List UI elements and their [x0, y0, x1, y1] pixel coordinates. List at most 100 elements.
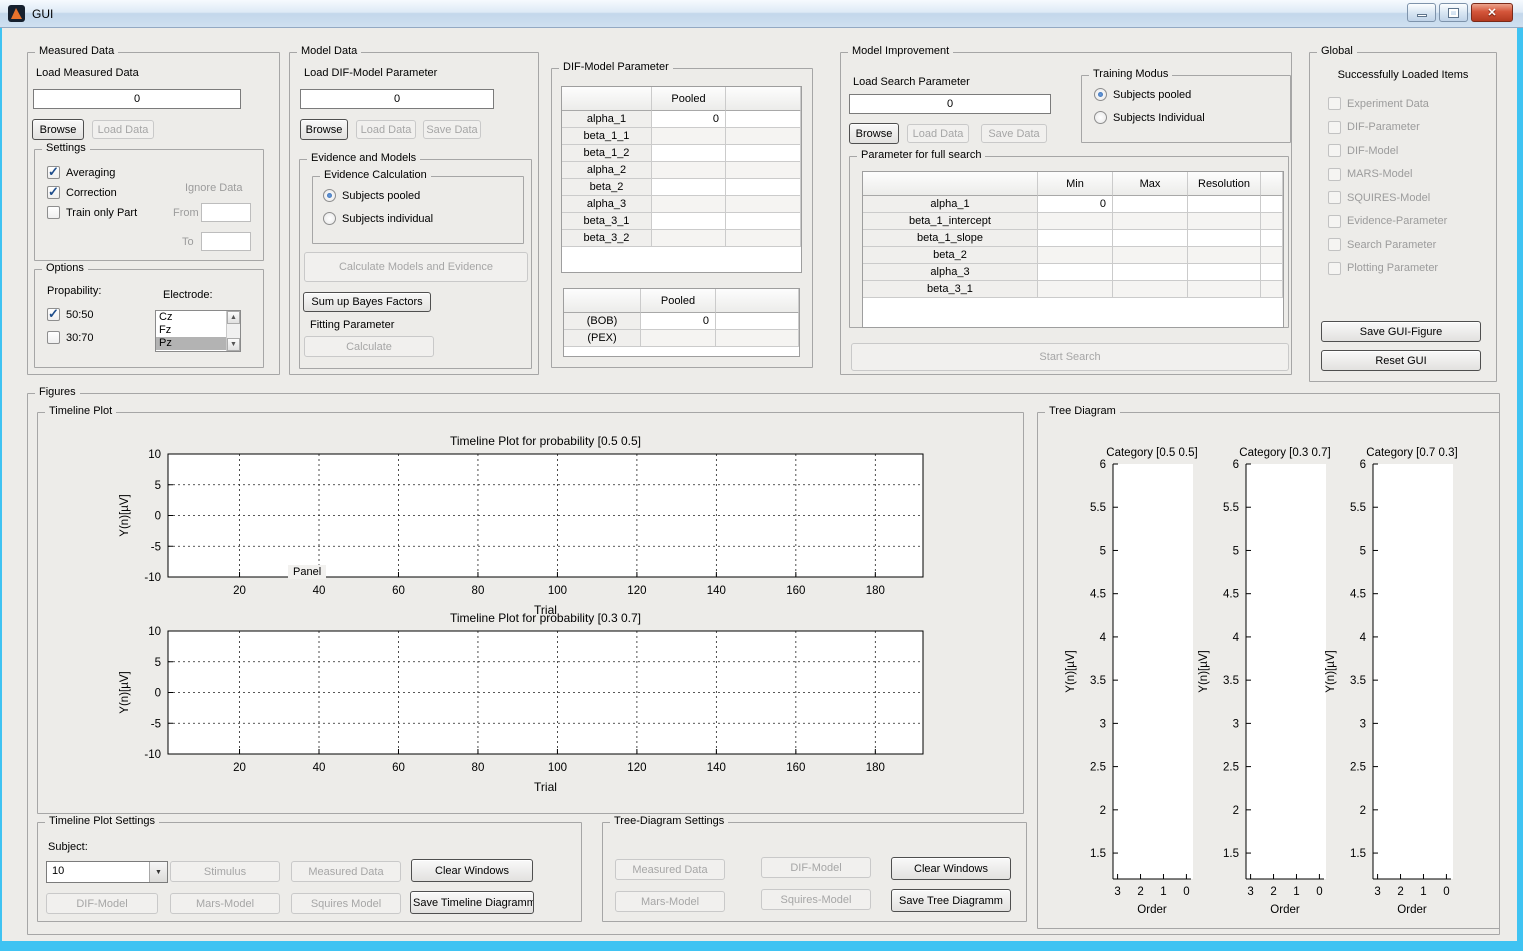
- value-cell[interactable]: [1113, 230, 1188, 247]
- button-stimulus[interactable]: Stimulus: [170, 861, 280, 882]
- checkbox-box[interactable]: [1328, 191, 1341, 204]
- radio-dot[interactable]: [1094, 111, 1107, 124]
- value-cell[interactable]: 0: [641, 313, 716, 330]
- measured-data-path-input[interactable]: [33, 89, 241, 109]
- radio-subjects-individual[interactable]: Subjects Individual: [1094, 111, 1205, 124]
- value-cell[interactable]: [716, 330, 799, 347]
- value-cell[interactable]: [726, 145, 801, 162]
- model-save-data-button[interactable]: Save Data: [423, 120, 481, 139]
- ignore-from-input[interactable]: [201, 203, 251, 222]
- listbox-item-pz[interactable]: Pz: [156, 337, 226, 350]
- checkbox-box[interactable]: [1328, 144, 1341, 157]
- radio-dot[interactable]: [323, 189, 336, 202]
- radio-subjects-individual[interactable]: Subjects individual: [323, 212, 433, 225]
- save-gui-figure-button[interactable]: Save GUI-Figure: [1321, 321, 1481, 342]
- value-cell[interactable]: [726, 213, 801, 230]
- radio-subjects-pooled[interactable]: Subjects pooled: [323, 189, 433, 202]
- fitting-calculate-button[interactable]: Calculate: [304, 336, 434, 357]
- checkbox-squires-model[interactable]: SQUIRES-Model: [1328, 191, 1447, 204]
- improvement-save-data-button[interactable]: Save Data: [981, 124, 1047, 143]
- measured-browse-button[interactable]: Browse: [32, 119, 84, 140]
- checkbox-box[interactable]: [47, 206, 60, 219]
- value-cell[interactable]: [726, 179, 801, 196]
- value-cell[interactable]: [716, 313, 799, 330]
- checkbox-box[interactable]: [47, 166, 60, 179]
- value-cell[interactable]: [1261, 247, 1283, 264]
- checkbox-50-50[interactable]: 50:50: [47, 308, 94, 321]
- value-cell[interactable]: [1261, 264, 1283, 281]
- value-cell[interactable]: [1113, 196, 1188, 213]
- value-cell[interactable]: [652, 196, 726, 213]
- value-cell[interactable]: [726, 128, 801, 145]
- titlebar[interactable]: GUI ✕: [0, 0, 1523, 28]
- value-cell[interactable]: [1188, 196, 1261, 213]
- value-cell[interactable]: 0: [652, 111, 726, 128]
- model-browse-button[interactable]: Browse: [300, 119, 348, 140]
- checkbox-box[interactable]: [1328, 168, 1341, 181]
- value-cell[interactable]: [1188, 264, 1261, 281]
- button-clear-windows[interactable]: Clear Windows: [411, 859, 533, 882]
- checkbox-plotting-parameter[interactable]: Plotting Parameter: [1328, 262, 1447, 275]
- minimize-button[interactable]: [1407, 3, 1436, 22]
- checkbox-box[interactable]: [1328, 215, 1341, 228]
- checkbox-mars-model[interactable]: MARS-Model: [1328, 168, 1447, 181]
- value-cell[interactable]: [1261, 281, 1283, 298]
- restore-button[interactable]: [1439, 3, 1468, 22]
- reset-gui-button[interactable]: Reset GUI: [1321, 350, 1481, 371]
- checkbox-dif-model[interactable]: DIF-Model: [1328, 144, 1447, 157]
- button-mars-model[interactable]: Mars-Model: [170, 893, 280, 914]
- value-cell[interactable]: [1113, 247, 1188, 264]
- checkbox-box[interactable]: [47, 308, 60, 321]
- improvement-load-data-button[interactable]: Load Data: [907, 124, 969, 143]
- checkbox-box[interactable]: [1328, 238, 1341, 251]
- button-squires-model[interactable]: Squires Model: [291, 893, 401, 914]
- value-cell[interactable]: [652, 230, 726, 247]
- button-save-tree-diagramm[interactable]: Save Tree Diagramm: [891, 889, 1011, 912]
- button-measured-data[interactable]: Measured Data: [291, 861, 401, 882]
- value-cell[interactable]: [726, 162, 801, 179]
- calculate-models-button[interactable]: Calculate Models and Evidence: [304, 252, 528, 282]
- value-cell[interactable]: [726, 196, 801, 213]
- value-cell[interactable]: [726, 111, 801, 128]
- button-mars-model[interactable]: Mars-Model: [615, 891, 725, 912]
- button-measured-data[interactable]: Measured Data: [615, 859, 725, 880]
- checkbox-experiment-data[interactable]: Experiment Data: [1328, 97, 1447, 110]
- scroll-up-icon[interactable]: ▲: [227, 311, 240, 324]
- value-cell[interactable]: [652, 213, 726, 230]
- value-cell[interactable]: [1113, 213, 1188, 230]
- value-cell[interactable]: [652, 162, 726, 179]
- scroll-down-icon[interactable]: ▼: [227, 338, 240, 351]
- value-cell[interactable]: [1038, 281, 1113, 298]
- checkbox-train-only-part[interactable]: Train only Part: [47, 206, 137, 219]
- checkbox-box[interactable]: [47, 331, 60, 344]
- button-save-timeline-diagramm[interactable]: Save Timeline Diagramm: [410, 891, 534, 914]
- listbox-item-cz[interactable]: Cz: [156, 311, 226, 324]
- measured-load-data-button[interactable]: Load Data: [92, 120, 154, 139]
- button-dif-model[interactable]: DIF-Model: [46, 893, 158, 914]
- ignore-to-input[interactable]: [201, 232, 251, 251]
- value-cell[interactable]: [641, 330, 716, 347]
- checkbox-box[interactable]: [1328, 262, 1341, 275]
- value-cell[interactable]: [726, 230, 801, 247]
- model-data-path-input[interactable]: [300, 89, 494, 109]
- button-squires-model[interactable]: Squires-Model: [761, 889, 871, 910]
- value-cell[interactable]: [1188, 230, 1261, 247]
- value-cell[interactable]: [1038, 230, 1113, 247]
- checkbox-averaging[interactable]: Averaging: [47, 166, 137, 179]
- value-cell[interactable]: [1113, 281, 1188, 298]
- start-search-button[interactable]: Start Search: [851, 343, 1289, 371]
- value-cell[interactable]: [1261, 230, 1283, 247]
- listbox-item-fz[interactable]: Fz: [156, 324, 226, 337]
- checkbox-evidence-parameter[interactable]: Evidence-Parameter: [1328, 215, 1447, 228]
- close-button[interactable]: ✕: [1471, 3, 1513, 22]
- value-cell[interactable]: [652, 145, 726, 162]
- checkbox-correction[interactable]: Correction: [47, 186, 137, 199]
- radio-subjects-pooled[interactable]: Subjects pooled: [1094, 88, 1205, 101]
- value-cell[interactable]: [1261, 213, 1283, 230]
- value-cell[interactable]: [1038, 264, 1113, 281]
- value-cell[interactable]: [1113, 264, 1188, 281]
- electrode-listbox[interactable]: CzFzPz▲ ▼: [155, 310, 241, 352]
- checkbox-search-parameter[interactable]: Search Parameter: [1328, 238, 1447, 251]
- value-cell[interactable]: [1188, 281, 1261, 298]
- checkbox-box[interactable]: [47, 186, 60, 199]
